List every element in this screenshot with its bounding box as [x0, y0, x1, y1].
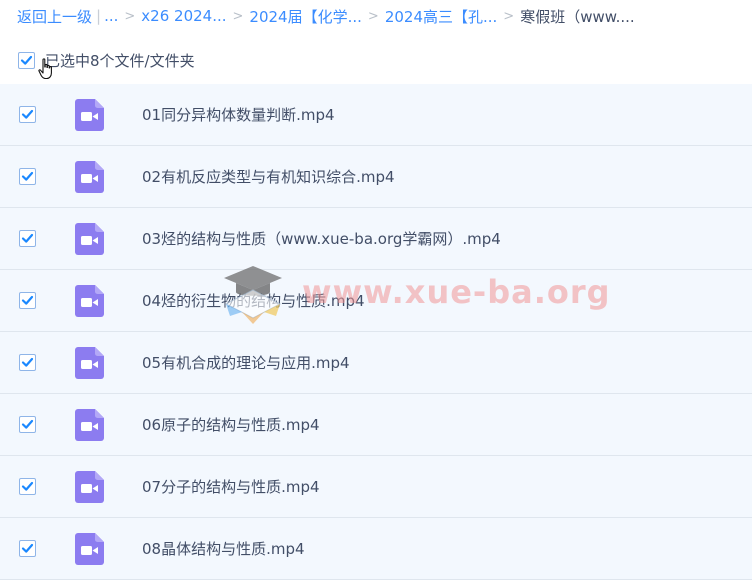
file-checkbox[interactable]: [19, 540, 36, 557]
breadcrumb-back-link[interactable]: 返回上一级: [17, 6, 92, 27]
video-file-icon: [75, 470, 104, 503]
breadcrumb-ellipsis[interactable]: ...: [104, 7, 118, 25]
video-file-icon: [75, 160, 104, 193]
breadcrumb-item-2[interactable]: 2024届【化学...: [249, 6, 361, 27]
checkmark-icon: [21, 357, 34, 367]
checkmark-icon: [20, 55, 33, 65]
breadcrumb-item-3[interactable]: 2024高三【孔...: [385, 6, 497, 27]
file-checkbox[interactable]: [19, 106, 36, 123]
file-name[interactable]: 02有机反应类型与有机知识综合.mp4: [142, 166, 395, 187]
file-name[interactable]: 04烃的衍生物的结构与性质.mp4: [142, 290, 365, 311]
breadcrumb-chevron-icon: >: [232, 8, 244, 24]
video-file-icon: [75, 284, 104, 317]
selection-count-label: 已选中8个文件/文件夹: [45, 51, 195, 70]
file-checkbox[interactable]: [19, 292, 36, 309]
select-all-checkbox[interactable]: [18, 51, 35, 69]
file-row[interactable]: 07分子的结构与性质.mp4: [0, 456, 752, 518]
file-name[interactable]: 08晶体结构与性质.mp4: [142, 538, 305, 559]
file-row[interactable]: 06原子的结构与性质.mp4: [0, 394, 752, 456]
file-name[interactable]: 06原子的结构与性质.mp4: [142, 414, 320, 435]
file-row[interactable]: 05有机合成的理论与应用.mp4: [0, 332, 752, 394]
breadcrumb-chevron-icon: >: [124, 8, 136, 24]
checkmark-icon: [21, 171, 34, 181]
file-name[interactable]: 03烃的结构与性质（www.xue-ba.org学霸网）.mp4: [142, 228, 501, 249]
file-checkbox[interactable]: [19, 230, 36, 247]
file-row[interactable]: 04烃的衍生物的结构与性质.mp4: [0, 270, 752, 332]
file-row[interactable]: 08晶体结构与性质.mp4: [0, 518, 752, 580]
breadcrumb-chevron-icon: >: [503, 8, 515, 24]
file-row[interactable]: 03烃的结构与性质（www.xue-ba.org学霸网）.mp4: [0, 208, 752, 270]
file-name[interactable]: 05有机合成的理论与应用.mp4: [142, 352, 350, 373]
file-name[interactable]: 01同分异构体数量判断.mp4: [142, 104, 335, 125]
breadcrumb-chevron-icon: >: [367, 8, 379, 24]
video-file-icon: [75, 222, 104, 255]
checkmark-icon: [21, 419, 34, 429]
video-file-icon: [75, 532, 104, 565]
file-checkbox[interactable]: [19, 416, 36, 433]
file-checkbox[interactable]: [19, 168, 36, 185]
breadcrumb-divider: |: [96, 7, 102, 25]
breadcrumb-item-1[interactable]: x26 2024...: [141, 7, 226, 25]
checkmark-icon: [21, 481, 34, 491]
file-list: 01同分异构体数量判断.mp4 02有机反应类型与有机知识综合.mp4 03烃的…: [0, 84, 752, 580]
video-file-icon: [75, 346, 104, 379]
file-row[interactable]: 01同分异构体数量判断.mp4: [0, 84, 752, 146]
file-checkbox[interactable]: [19, 354, 36, 371]
video-file-icon: [75, 98, 104, 131]
checkmark-icon: [21, 233, 34, 243]
video-file-icon: [75, 408, 104, 441]
checkmark-icon: [21, 543, 34, 553]
file-name[interactable]: 07分子的结构与性质.mp4: [142, 476, 320, 497]
checkmark-icon: [21, 295, 34, 305]
breadcrumb-current: 寒假班（www....: [520, 7, 635, 26]
breadcrumb: 返回上一级 | ... > x26 2024... > 2024届【化学... …: [17, 5, 635, 27]
file-browser-page: 返回上一级 | ... > x26 2024... > 2024届【化学... …: [0, 0, 752, 588]
file-row[interactable]: 02有机反应类型与有机知识综合.mp4: [0, 146, 752, 208]
file-checkbox[interactable]: [19, 478, 36, 495]
hand-pointer-cursor-icon: [38, 58, 52, 80]
checkmark-icon: [21, 109, 34, 119]
